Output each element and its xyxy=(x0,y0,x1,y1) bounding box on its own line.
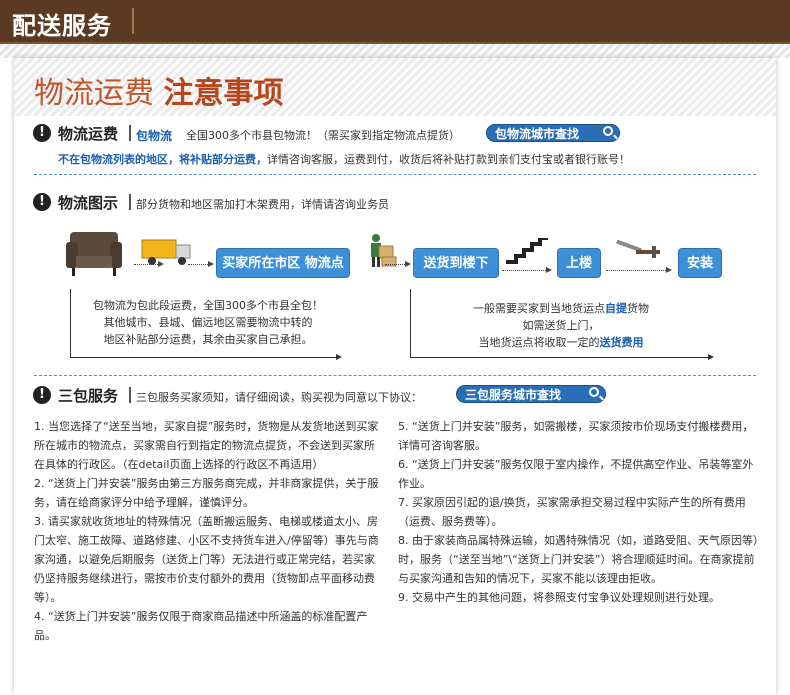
term-item: 4. “送货上门并安装”服务仅限于商家商品描述中所涵盖的标准配置产品。 xyxy=(34,610,368,642)
banner-title: 物流运费 注意事项 xyxy=(34,68,284,112)
right-note-highlight: 送货费用 xyxy=(599,336,644,349)
flow-arrow xyxy=(502,267,552,273)
left-note: 包物流为包此段运费，全国300多个市县全包！ 其他城市、县城、偏远地区需要物流中… xyxy=(80,297,336,348)
flow-arrow xyxy=(385,261,411,267)
term-item: 8. 由于家装商品属特殊运输，如遇特殊情况（如，道路受阻、天气原因等）时，服务（… xyxy=(398,534,759,585)
section2-desc: 部分货物和地区需加打木架费用，详情请咨询业务员 xyxy=(136,198,389,211)
left-note-line: 包物流为包此段运费，全国300多个市县全包！ xyxy=(93,299,323,312)
left-note-line: 其他城市、县城、偏远地区需要物流中转的 xyxy=(103,316,313,329)
search-icon xyxy=(589,387,599,397)
warning-icon: ! xyxy=(33,193,51,211)
terms-right-column: 5. “送货上门并安装”服务，如需搬楼，买家须按市价现场支付搬楼费用，详情可咨询… xyxy=(398,417,760,607)
stairs-icon xyxy=(506,238,548,264)
term-item: 1. 当您选择了“送至当地，买家自提”服务时，货物是从发货地送到买家所在城市的物… xyxy=(34,420,379,471)
term-item: 6. “送货上门并安装”服务仅限于室内操作，不提供高空作业、吊装等室外作业。 xyxy=(398,458,754,490)
section1-note-rest: 详情咨询客服，运费到付，收货后将补贴打款到亲们支付宝或者银行账号！ xyxy=(267,153,630,166)
terms-left-column: 1. 当您选择了“送至当地，买家自提”服务时，货物是从发货地送到买家所在城市的物… xyxy=(34,417,384,645)
right-note-text: 货物 xyxy=(627,302,649,315)
section2-title: 物流图示 xyxy=(58,194,119,212)
sofa-icon xyxy=(66,232,122,276)
header-bar: 配送服务 xyxy=(0,0,790,44)
section-divider-1 xyxy=(34,174,756,175)
step-logistics-point: 买家所在市区 物流点 xyxy=(216,248,350,278)
search-icon xyxy=(603,126,613,136)
right-note-line2: 如需送货上门， xyxy=(522,319,600,332)
right-range-arrow xyxy=(410,354,714,360)
logistics-city-search-button[interactable]: 包物流城市查找 xyxy=(486,124,620,142)
section1-title: 物流运费 xyxy=(58,125,119,143)
stripe-divider xyxy=(0,44,790,58)
term-item: 9. 交易中产生的其他问题，将参照支付宝争议处理规则进行处理。 xyxy=(398,591,720,604)
flow-arrow xyxy=(606,267,672,273)
term-item: 7. 买家原因引起的退/换货，买家需承担交易过程中实际产生的所有费用（运费、服务… xyxy=(398,496,746,528)
tools-icon xyxy=(616,240,660,258)
truck-icon xyxy=(141,239,191,265)
step-install: 安装 xyxy=(678,248,722,278)
section1-note: 不在包物流列表的地区，将补贴部分运费，详情咨询客服，运费到付，收货后将补贴打款到… xyxy=(58,151,630,167)
term-item: 2. “送货上门并安装”服务由第三方服务商完成，并非商家提供，关于服务，请在给商… xyxy=(34,477,379,509)
right-note-text: 一般需要买家到当地货运点 xyxy=(473,302,605,315)
right-note-line3: 当地货运点将收取一定的送货费用 xyxy=(416,334,706,351)
section1-note-highlight: 不在包物流列表的地区，将补贴部分运费， xyxy=(58,153,267,166)
left-note-line: 地区补贴部分运费，其余由买家自己承担。 xyxy=(103,333,313,346)
warranty-city-search-button[interactable]: 三包服务城市查找 xyxy=(456,385,606,403)
header-divider xyxy=(132,8,134,34)
section1-divider xyxy=(129,125,131,141)
right-note-highlight: 自提 xyxy=(605,302,627,315)
left-range-arrow xyxy=(70,354,342,360)
delivery-man-icon xyxy=(371,234,397,267)
right-note: 一般需要买家到当地货运点自提货物 如需送货上门， 当地货运点将收取一定的送货费用 xyxy=(416,300,706,351)
warning-icon: ! xyxy=(33,386,51,404)
right-bracket xyxy=(410,289,411,357)
right-note-text: 当地货运点将收取一定的 xyxy=(478,336,600,349)
banner-title-part2: 注意事项 xyxy=(163,76,284,111)
logistics-city-search-label: 包物流城市查找 xyxy=(495,127,580,141)
left-bracket xyxy=(70,289,71,357)
term-item: 3. 请买家就收货地址的特殊情况（盖断搬运服务、电梯或楼道太小、房门太窄、施工故… xyxy=(34,515,379,604)
right-note-line1: 一般需要买家到当地货运点自提货物 xyxy=(416,300,706,317)
step-deliver-downstairs: 送货到楼下 xyxy=(413,248,499,278)
warranty-city-search-label: 三包服务城市查找 xyxy=(465,388,562,402)
flow-arrow xyxy=(188,261,214,267)
section-divider-2 xyxy=(34,375,756,376)
section2-divider xyxy=(129,194,131,210)
banner-title-part1: 物流运费 xyxy=(34,76,154,111)
term-item: 5. “送货上门并安装”服务，如需搬楼，买家须按市价现场支付搬楼费用，详情可咨询… xyxy=(398,420,754,452)
section3-divider xyxy=(129,387,131,403)
section1-tag: 包物流 xyxy=(136,129,173,143)
step-upstairs: 上楼 xyxy=(557,248,601,278)
section1-desc: 全国300多个市县包物流！（需买家到指定物流点提货） xyxy=(186,129,460,142)
header-title: 配送服务 xyxy=(12,12,112,40)
warning-icon: ! xyxy=(33,124,51,142)
section3-title: 三包服务 xyxy=(58,387,119,405)
section3-desc: 三包服务买家须知，请仔细阅读，购买视为同意以下协议： xyxy=(136,391,422,404)
